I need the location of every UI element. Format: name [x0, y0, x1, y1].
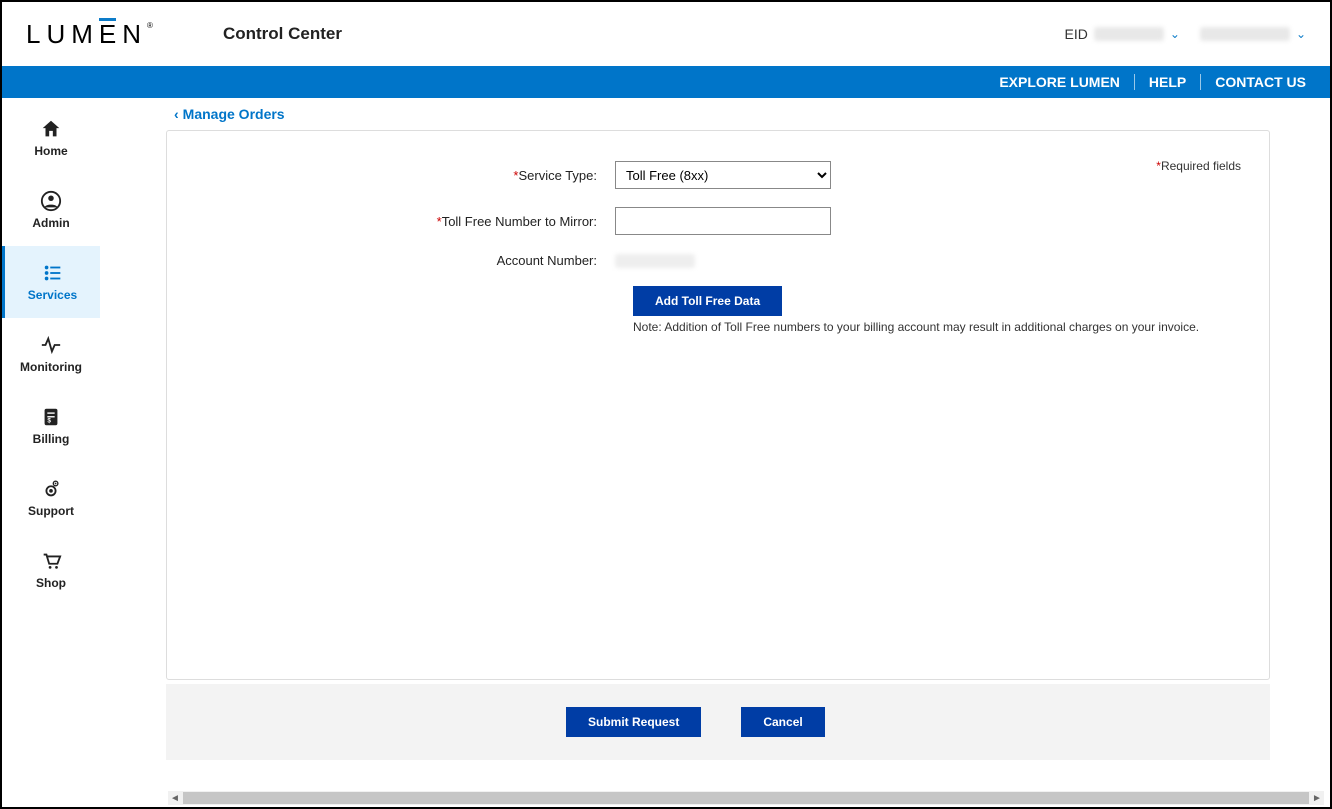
eid-dropdown[interactable]: EID ⌄ — [1065, 26, 1180, 42]
blue-nav-bar: EXPLORE LUMEN HELP CONTACT US — [2, 66, 1330, 98]
logo-part2: E — [99, 19, 122, 50]
side-nav: Home Admin Services Monitoring $ Billing… — [2, 98, 100, 791]
sidenav-item-services[interactable]: Services — [2, 246, 100, 318]
label-service-type: *Service Type: — [195, 168, 615, 183]
cart-icon — [40, 550, 62, 572]
header-right: EID ⌄ ⌄ — [1065, 26, 1306, 42]
eid-value-blurred — [1094, 27, 1164, 41]
sidenav-label: Monitoring — [20, 360, 82, 374]
label-text: Account Number: — [497, 253, 597, 268]
pulse-icon — [40, 334, 62, 356]
add-button-row: Add Toll Free Data Note: Addition of Tol… — [195, 286, 1241, 334]
explore-lumen-link[interactable]: EXPLORE LUMEN — [985, 74, 1135, 90]
chevron-down-icon: ⌄ — [1296, 27, 1306, 41]
toll-free-number-input[interactable] — [615, 207, 831, 235]
sidenav-label: Shop — [36, 576, 66, 590]
logo-part1: LUM — [26, 19, 99, 49]
svg-text:$: $ — [47, 418, 51, 425]
logo-part3: N — [122, 19, 147, 49]
chevron-down-icon: ⌄ — [1170, 27, 1180, 41]
list-icon — [42, 262, 64, 284]
row-service-type: *Service Type: Toll Free (8xx) — [195, 161, 1241, 189]
main-content: ‹ Manage Orders *Required fields *Servic… — [100, 98, 1330, 791]
footer-action-bar: Submit Request Cancel — [166, 684, 1270, 760]
row-account-number: Account Number: — [195, 253, 1241, 268]
body-area: Home Admin Services Monitoring $ Billing… — [2, 98, 1330, 791]
sidenav-label: Billing — [33, 432, 70, 446]
scroll-left-icon[interactable]: ◄ — [168, 791, 182, 805]
required-fields-text: Required fields — [1161, 159, 1241, 173]
app-title: Control Center — [223, 24, 342, 44]
home-icon — [40, 118, 62, 140]
help-link[interactable]: HELP — [1135, 74, 1201, 90]
chevron-left-icon: ‹ — [174, 106, 179, 122]
user-dropdown[interactable]: ⌄ — [1200, 27, 1306, 41]
sidenav-item-shop[interactable]: Shop — [2, 534, 100, 606]
label-text: Service Type: — [518, 168, 597, 183]
sidenav-item-admin[interactable]: Admin — [2, 174, 100, 246]
sidenav-label: Home — [34, 144, 67, 158]
logo-trademark: ® — [147, 21, 153, 30]
invoice-icon: $ — [40, 406, 62, 428]
form-panel: *Required fields *Service Type: Toll Fre… — [166, 130, 1270, 680]
sidenav-label: Support — [28, 504, 74, 518]
row-toll-free-number: *Toll Free Number to Mirror: — [195, 207, 1241, 235]
sidenav-item-home[interactable]: Home — [2, 102, 100, 174]
breadcrumb-manage-orders[interactable]: ‹ Manage Orders — [166, 98, 1270, 130]
account-number-value-blurred — [615, 254, 695, 268]
service-type-select[interactable]: Toll Free (8xx) — [615, 161, 831, 189]
header: LUMEN® Control Center EID ⌄ ⌄ — [2, 2, 1330, 66]
eid-label: EID — [1065, 26, 1088, 42]
label-text: Toll Free Number to Mirror: — [442, 214, 597, 229]
gear-icon — [40, 478, 62, 500]
cancel-button[interactable]: Cancel — [741, 707, 824, 737]
add-toll-free-data-button[interactable]: Add Toll Free Data — [633, 286, 782, 316]
horizontal-scrollbar[interactable]: ◄ ► — [168, 791, 1324, 805]
submit-request-button[interactable]: Submit Request — [566, 707, 701, 737]
scroll-thumb[interactable] — [183, 792, 1309, 804]
breadcrumb-label: Manage Orders — [183, 106, 285, 122]
label-toll-free-number: *Toll Free Number to Mirror: — [195, 214, 615, 229]
scroll-right-icon[interactable]: ► — [1310, 791, 1324, 805]
required-fields-note: *Required fields — [1156, 159, 1241, 173]
toll-free-note: Note: Addition of Toll Free numbers to y… — [633, 320, 1241, 334]
label-account-number: Account Number: — [195, 253, 615, 268]
sidenav-item-support[interactable]: Support — [2, 462, 100, 534]
sidenav-item-billing[interactable]: $ Billing — [2, 390, 100, 462]
sidenav-label: Services — [28, 288, 77, 302]
user-value-blurred — [1200, 27, 1290, 41]
contact-us-link[interactable]: CONTACT US — [1201, 74, 1306, 90]
sidenav-item-monitoring[interactable]: Monitoring — [2, 318, 100, 390]
lumen-logo: LUMEN® — [26, 19, 153, 50]
sidenav-label: Admin — [32, 216, 69, 230]
user-icon — [40, 190, 62, 212]
